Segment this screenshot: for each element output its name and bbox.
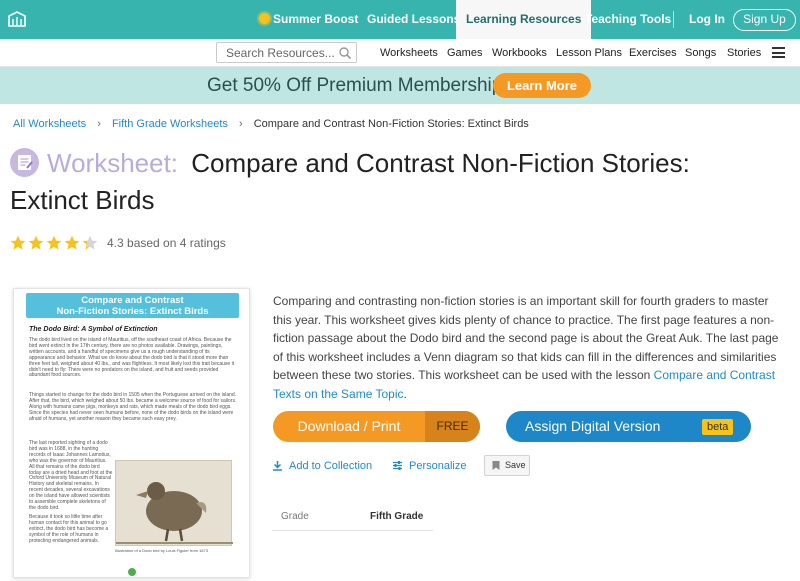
- preview-header: Compare and Contrast Non-Fiction Stories…: [26, 293, 239, 318]
- title-line-1: Compare and Contrast Non-Fiction Stories…: [191, 148, 690, 178]
- subnav-stories[interactable]: Stories: [727, 39, 761, 67]
- preview-paragraph: The last reported sighting of a dodo bir…: [29, 440, 113, 511]
- download-print-button[interactable]: Download / Print FREE: [273, 411, 480, 442]
- dodo-bird-illustration: [115, 460, 233, 546]
- bookmark-icon: [492, 461, 500, 470]
- preview-caption: Illustration of a Dodo bird by Louis Fig…: [115, 548, 208, 553]
- assign-digital-label: Assign Digital Version: [525, 418, 661, 434]
- signup-button[interactable]: Sign Up: [733, 9, 796, 31]
- learn-more-button[interactable]: Learn More: [493, 73, 591, 98]
- star-icon[interactable]: [28, 235, 44, 251]
- star-icon[interactable]: [10, 235, 26, 251]
- nav-summer-boost[interactable]: Summer Boost: [259, 0, 358, 39]
- star-icon[interactable]: [46, 235, 62, 251]
- secondary-navigation-bar: Worksheets Games Workbooks Lesson Plans …: [0, 39, 800, 67]
- page-title: Worksheet: Compare and Contrast Non-Fict…: [47, 148, 690, 178]
- search-input[interactable]: [217, 43, 335, 62]
- login-link[interactable]: Log In: [689, 0, 725, 39]
- save-button[interactable]: Save: [484, 455, 530, 476]
- sliders-icon: [393, 461, 402, 470]
- rating-text: 4.3 based on 4 ratings: [107, 236, 226, 250]
- title-kind: Worksheet:: [47, 148, 179, 178]
- hamburger-menu-icon[interactable]: [772, 47, 785, 58]
- breadcrumb-separator: ›: [97, 118, 101, 130]
- title-line-2: Extinct Birds: [10, 185, 155, 215]
- grade-label: Grade: [281, 511, 309, 522]
- subnav-workbooks[interactable]: Workbooks: [492, 39, 547, 67]
- nav-learning-resources[interactable]: Learning Resources: [456, 0, 592, 39]
- assign-digital-version-button[interactable]: Assign Digital Version beta: [506, 411, 751, 442]
- download-label: Download / Print: [297, 418, 401, 434]
- nav-guided-lessons[interactable]: Guided Lessons: [367, 0, 460, 39]
- preview-paragraph: Because it took so little time after hum…: [29, 514, 109, 544]
- download-arrow-icon: [273, 461, 282, 471]
- page-number-dot: [128, 568, 136, 576]
- worksheet-preview-image[interactable]: Compare and Contrast Non-Fiction Stories…: [13, 288, 250, 578]
- beta-badge: beta: [702, 419, 734, 435]
- personalize-link[interactable]: Personalize: [392, 460, 466, 474]
- search-icon[interactable]: [338, 46, 352, 60]
- subnav-songs[interactable]: Songs: [685, 39, 716, 67]
- breadcrumb-fifth-grade-worksheets[interactable]: Fifth Grade Worksheets: [112, 118, 228, 130]
- education-logo-icon[interactable]: [6, 8, 28, 30]
- worksheet-description: Comparing and contrasting non-fiction st…: [273, 294, 779, 401]
- preview-paragraph: Things started to change for the dodo bi…: [29, 392, 237, 422]
- grade-value[interactable]: Fifth Grade: [370, 511, 423, 522]
- breadcrumb-separator: ›: [238, 118, 243, 130]
- worksheet-icon: [10, 148, 39, 177]
- nav-divider: [673, 11, 674, 28]
- preview-paragraph: The dodo bird lived on the island of Mau…: [29, 337, 235, 379]
- promo-banner: Get 50% Off Premium Membership Learn Mor…: [0, 67, 800, 104]
- search-box: [216, 42, 357, 63]
- nav-teaching-tools[interactable]: Teaching Tools: [585, 0, 671, 39]
- sun-icon: [259, 13, 270, 24]
- add-to-collection-link[interactable]: Add to Collection: [272, 460, 372, 474]
- subnav-worksheets[interactable]: Worksheets: [380, 39, 438, 67]
- star-icon[interactable]: [64, 235, 80, 251]
- free-tag: FREE: [425, 411, 480, 442]
- subnav-exercises[interactable]: Exercises: [629, 39, 677, 67]
- breadcrumb: All Worksheets › Fifth Grade Worksheets …: [13, 118, 529, 130]
- breadcrumb-all-worksheets[interactable]: All Worksheets: [13, 118, 86, 130]
- subnav-games[interactable]: Games: [447, 39, 482, 67]
- subnav-lesson-plans[interactable]: Lesson Plans: [556, 39, 622, 67]
- breadcrumb-current: Compare and Contrast Non-Fiction Stories…: [253, 118, 529, 130]
- promo-text: Get 50% Off Premium Membership: [207, 75, 503, 96]
- star-icon[interactable]: [82, 235, 98, 251]
- preview-subtitle: The Dodo Bird: A Symbol of Extinction: [29, 326, 158, 333]
- top-navigation-bar: Summer Boost Guided Lessons Learning Res…: [0, 0, 800, 39]
- details-table: Grade Fifth Grade: [272, 502, 433, 531]
